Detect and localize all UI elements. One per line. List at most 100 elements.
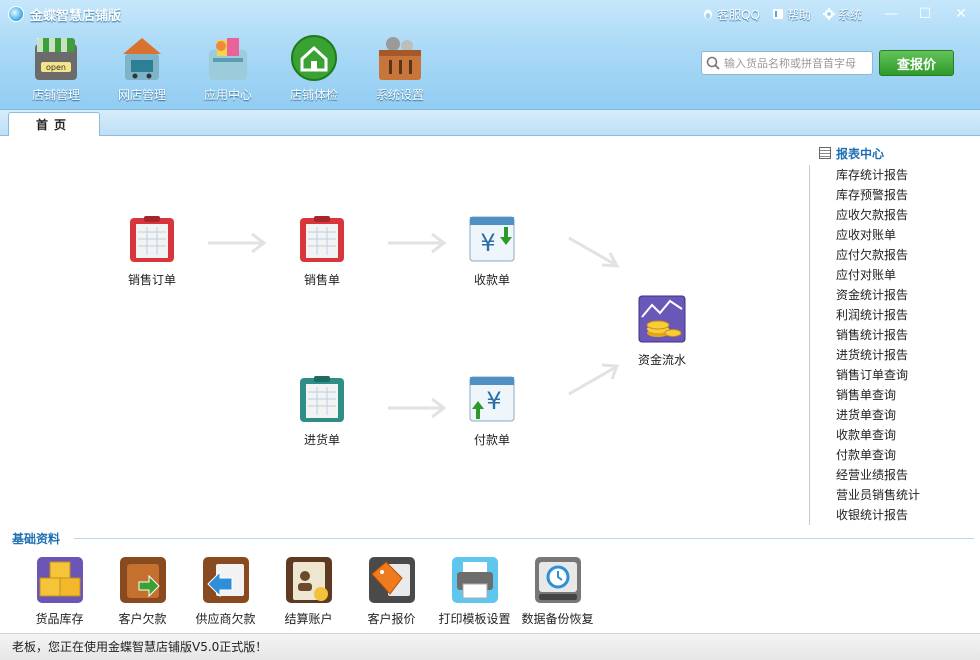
tab-home[interactable]: 首页	[8, 112, 100, 136]
toolbar-system-settings[interactable]: 系统设置	[364, 34, 436, 104]
gear-icon	[822, 8, 835, 20]
report-item[interactable]: 收款单查询	[836, 425, 980, 445]
yen-payment-icon: ¥	[469, 376, 515, 422]
flow-receipt[interactable]: ¥ 收款单	[447, 215, 537, 288]
home-check-icon	[291, 35, 337, 81]
toolbar-online-shop[interactable]: 网店管理	[106, 34, 178, 104]
report-center-title-text: 报表中心	[836, 146, 885, 161]
query-price-button[interactable]: 查报价	[879, 50, 954, 76]
basic-customer-debt[interactable]: 客户欠款	[101, 556, 184, 627]
coins-chart-icon	[638, 295, 686, 343]
basic-item-label: 客户报价	[367, 612, 416, 626]
price-tag-icon	[368, 557, 415, 603]
help-label: 帮助	[786, 7, 811, 22]
search-icon	[706, 56, 720, 70]
penguin-icon	[704, 9, 713, 20]
basic-print-template[interactable]: 打印模板设置	[433, 556, 516, 627]
app-title: 金蝶智慧店铺版	[8, 4, 121, 24]
report-item[interactable]: 利润统计报告	[836, 305, 980, 325]
clipboard-red-icon	[300, 216, 344, 262]
basic-data-title: 基础资料	[12, 532, 61, 546]
flow-purchase-slip[interactable]: 进货单	[277, 375, 367, 448]
report-item[interactable]: 收银统计报告	[836, 505, 980, 525]
report-item[interactable]: 应收欠款报告	[836, 205, 980, 225]
basic-customer-quote[interactable]: 客户报价	[350, 556, 433, 627]
backup-restore-icon	[534, 557, 581, 603]
basic-data-section: 基础资料 货品库存 客户欠款 供应商欠款 结算账户 客户报价 打印模板设置 数据…	[0, 528, 980, 633]
arrow-right-icon	[388, 232, 447, 254]
status-bar: 老板，您正在使用金蝶智慧店铺版V5.0正式版！	[0, 633, 980, 660]
arrow-up-right-icon	[568, 363, 620, 396]
report-item[interactable]: 库存预警报告	[836, 185, 980, 205]
system-label: 系统	[837, 7, 862, 22]
report-center-title: 报表中心	[809, 143, 980, 163]
toolbar-label: 店铺体检	[289, 88, 338, 102]
report-item[interactable]: 销售订单查询	[836, 365, 980, 385]
basic-item-label: 供应商欠款	[195, 612, 256, 626]
system-link[interactable]: 系统	[822, 6, 862, 23]
help-link[interactable]: 帮助	[772, 6, 811, 23]
flow-label: 付款单	[473, 433, 510, 447]
settings-toolbox-icon	[379, 37, 421, 80]
toolbar-store-management[interactable]: open 店铺管理	[20, 34, 92, 104]
report-center: 报表中心 库存统计报告 库存预警报告 应收欠款报告 应收对账单 应付欠款报告 应…	[809, 143, 980, 525]
basic-inventory[interactable]: 货品库存	[18, 556, 101, 627]
top-links: 客服QQ 帮助 系统	[702, 4, 862, 24]
search-box	[701, 51, 873, 75]
basic-data-items: 货品库存 客户欠款 供应商欠款 结算账户 客户报价 打印模板设置 数据备份恢复	[18, 556, 599, 627]
svg-text:¥: ¥	[480, 229, 495, 257]
flow-sales-order[interactable]: 销售订单	[107, 215, 197, 288]
flow-label: 进货单	[303, 433, 340, 447]
book-help-icon	[772, 9, 783, 19]
arrow-right-icon	[388, 397, 447, 419]
minimize-button[interactable]: —	[874, 0, 908, 28]
close-button[interactable]: ✕	[942, 0, 980, 28]
report-item[interactable]: 付款单查询	[836, 445, 980, 465]
report-item[interactable]: 销售统计报告	[836, 325, 980, 345]
report-item[interactable]: 资金统计报告	[836, 285, 980, 305]
account-book-icon	[285, 557, 332, 603]
printer-icon	[451, 557, 498, 603]
report-item[interactable]: 进货单查询	[836, 405, 980, 425]
basic-item-label: 货品库存	[35, 612, 84, 626]
toolbar-label: 网店管理	[117, 88, 166, 102]
online-shop-icon	[123, 38, 161, 80]
report-list-icon	[819, 147, 831, 159]
qq-support-link[interactable]: 客服QQ	[702, 6, 760, 23]
toolbar-app-center[interactable]: 应用中心	[192, 34, 264, 104]
report-item[interactable]: 应收对账单	[836, 225, 980, 245]
app-title-text: 金蝶智慧店铺版	[30, 8, 122, 24]
report-item[interactable]: 库存统计报告	[836, 165, 980, 185]
store-icon: open	[35, 38, 77, 80]
report-item[interactable]: 销售单查询	[836, 385, 980, 405]
flow-label: 销售订单	[127, 273, 176, 287]
search-input[interactable]	[724, 53, 870, 73]
svg-text:¥: ¥	[486, 387, 501, 415]
report-item[interactable]: 经营业绩报告	[836, 465, 980, 485]
business-flow: 销售订单 销售单 ¥ 收款单 资金流水 进货单 ¥ 付款单	[0, 137, 810, 532]
main-toolbar: open 店铺管理 网店管理 应用中心 店铺体检 系统设置	[20, 34, 436, 104]
report-item[interactable]: 应付对账单	[836, 265, 980, 285]
toolbar-store-check[interactable]: 店铺体检	[278, 34, 350, 104]
qq-support-label: 客服QQ	[717, 7, 760, 22]
flow-sales-slip[interactable]: 销售单	[277, 215, 367, 288]
flow-label: 资金流水	[637, 353, 686, 367]
maximize-button[interactable]: ☐	[908, 0, 942, 28]
report-item[interactable]: 应付欠款报告	[836, 245, 980, 265]
yen-receipt-icon: ¥	[469, 216, 515, 262]
basic-item-label: 数据备份恢复	[521, 612, 594, 626]
flow-label: 销售单	[303, 273, 340, 287]
basic-settlement-account[interactable]: 结算账户	[267, 556, 350, 627]
report-item[interactable]: 进货统计报告	[836, 345, 980, 365]
basic-data-backup[interactable]: 数据备份恢复	[516, 556, 599, 627]
toolbar-label: 店铺管理	[31, 88, 80, 102]
flow-cash-flow[interactable]: 资金流水	[617, 295, 707, 368]
inventory-boxes-icon	[36, 557, 83, 603]
flow-payment[interactable]: ¥ 付款单	[447, 375, 537, 448]
app-center-icon	[209, 38, 247, 80]
report-list: 库存统计报告 库存预警报告 应收欠款报告 应收对账单 应付欠款报告 应付对账单 …	[809, 165, 980, 525]
header: 金蝶智慧店铺版 客服QQ 帮助 系统 — ☐ ✕ open 店铺管理 网店管理 …	[0, 0, 980, 110]
basic-supplier-debt[interactable]: 供应商欠款	[184, 556, 267, 627]
report-item[interactable]: 营业员销售统计	[836, 485, 980, 505]
customer-debt-icon	[119, 557, 166, 603]
